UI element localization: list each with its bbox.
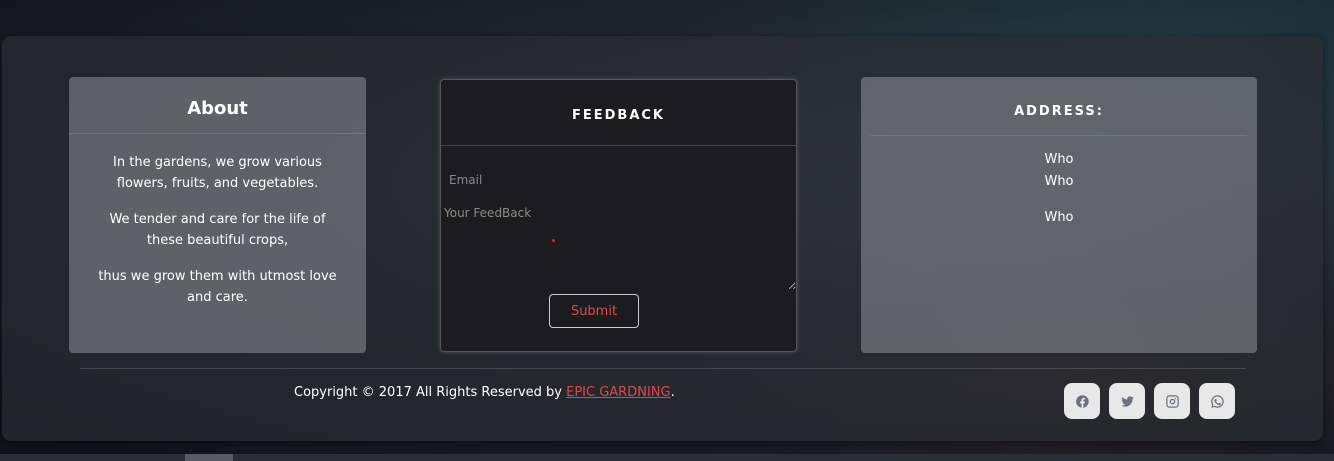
copyright-suffix: . bbox=[670, 385, 675, 400]
whatsapp-button[interactable] bbox=[1199, 383, 1235, 419]
address-card: ADDRESS: Who Who Who bbox=[861, 77, 1257, 353]
address-list: Who Who Who bbox=[861, 136, 1257, 244]
address-line: Who bbox=[1044, 210, 1074, 225]
about-paragraph: In the gardens, we grow various flowers,… bbox=[113, 155, 322, 191]
about-card: About In the gardens, we grow various fl… bbox=[69, 77, 366, 353]
social-links bbox=[1064, 383, 1235, 419]
feedback-form: FEEDBACK Submit bbox=[440, 79, 797, 352]
whatsapp-icon bbox=[1210, 394, 1224, 408]
about-paragraph: We tender and care for the life of these… bbox=[109, 212, 326, 248]
address-line: Who bbox=[1044, 174, 1074, 189]
about-paragraph: thus we grow them with utmost love and c… bbox=[98, 269, 337, 305]
copyright-text: Copyright © 2017 All Rights Reserved by … bbox=[294, 385, 675, 400]
address-line: Who bbox=[1044, 152, 1074, 167]
copyright-prefix: Copyright © 2017 All Rights Reserved by bbox=[294, 385, 567, 400]
brand-link[interactable]: EPIC GARDNING bbox=[566, 385, 670, 400]
about-title: About bbox=[69, 77, 366, 134]
address-title: ADDRESS: bbox=[871, 77, 1247, 136]
twitter-button[interactable] bbox=[1109, 383, 1145, 419]
feedback-title: FEEDBACK bbox=[441, 80, 796, 146]
about-body: In the gardens, we grow various flowers,… bbox=[69, 134, 366, 308]
facebook-button[interactable] bbox=[1064, 383, 1100, 419]
instagram-icon bbox=[1165, 394, 1179, 408]
feedback-textarea[interactable] bbox=[442, 202, 796, 290]
cursor-dot bbox=[552, 239, 555, 242]
horizontal-scrollbar[interactable] bbox=[0, 454, 1334, 461]
footer-divider bbox=[80, 368, 1246, 369]
email-field[interactable] bbox=[442, 168, 795, 192]
facebook-icon bbox=[1075, 394, 1089, 408]
twitter-icon bbox=[1120, 395, 1134, 407]
instagram-button[interactable] bbox=[1154, 383, 1190, 419]
scrollbar-thumb[interactable] bbox=[185, 454, 233, 461]
submit-button[interactable]: Submit bbox=[549, 294, 639, 328]
